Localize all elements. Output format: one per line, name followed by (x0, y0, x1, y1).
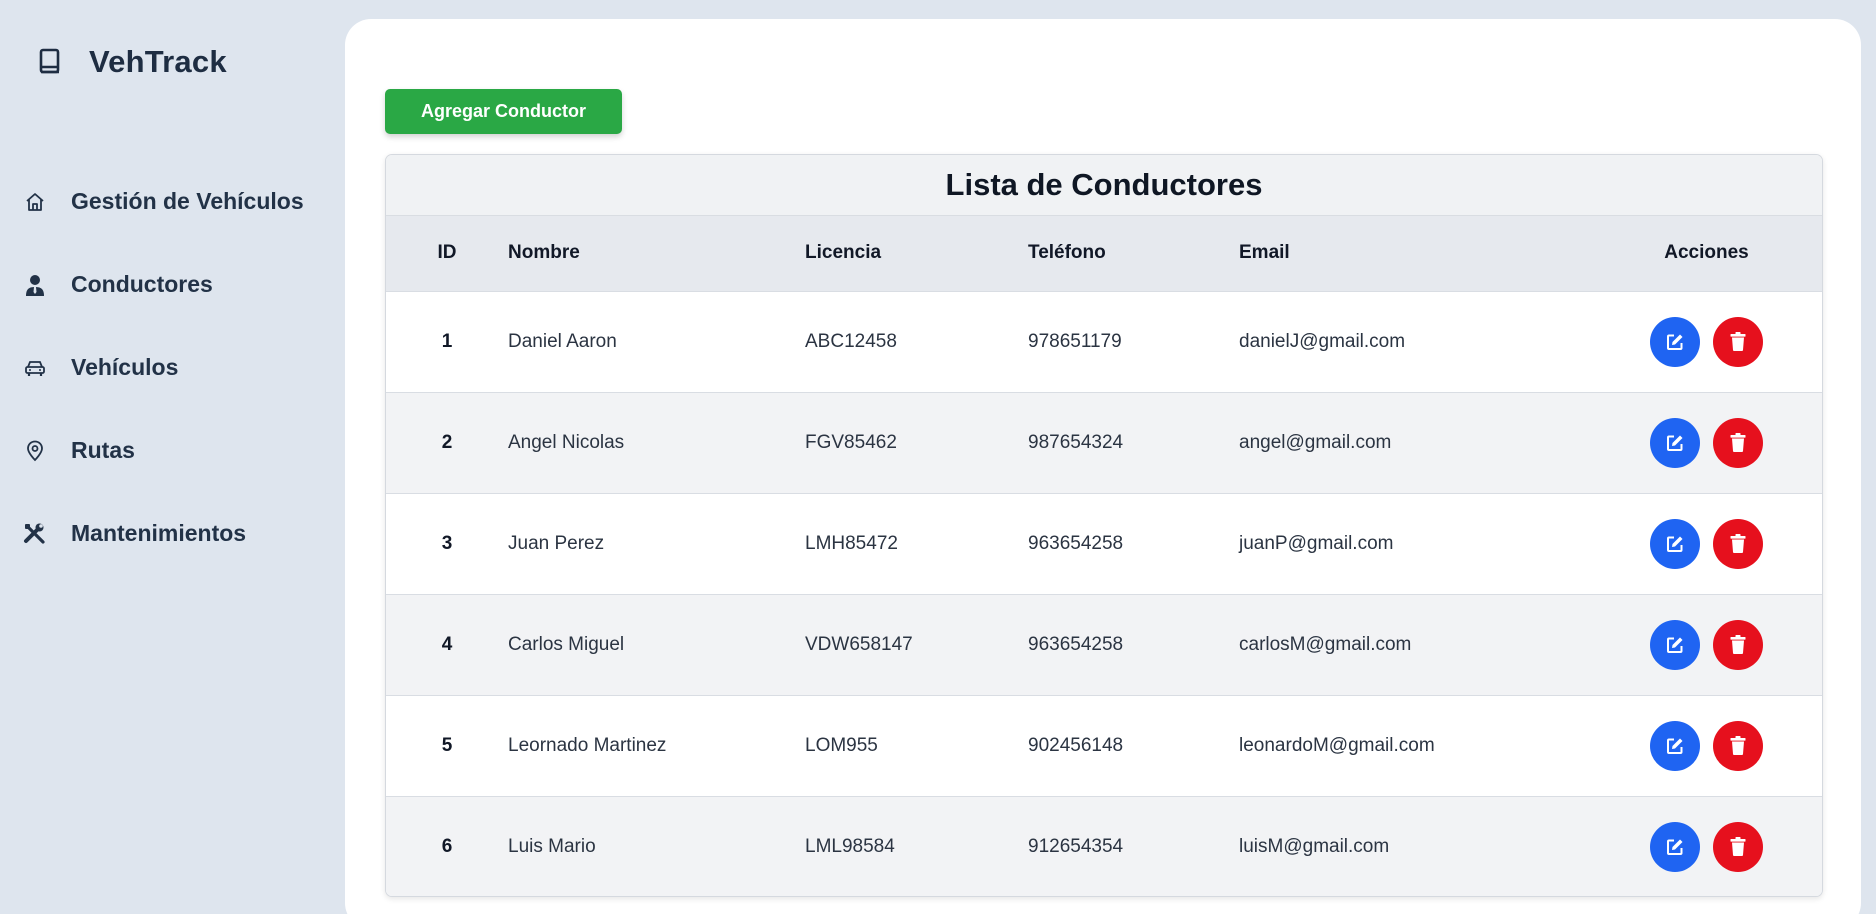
cell-actions (1589, 291, 1822, 392)
cell-phone: 963654258 (1028, 532, 1124, 554)
table-row: 2 Angel Nicolas FGV85462 987654324 angel@gma… (386, 392, 1822, 493)
user-tie-icon (22, 272, 48, 298)
cell-email: luisM@gmail.com (1239, 835, 1390, 857)
sidebar-item-label: Vehículos (71, 354, 179, 380)
trash-icon (1730, 837, 1746, 857)
edit-button[interactable] (1650, 518, 1700, 569)
trash-icon (1730, 433, 1746, 452)
table-title: Lista de Conductores (386, 155, 1822, 216)
add-driver-button[interactable]: Agregar Conductor (385, 89, 622, 134)
cell-name: Luis Mario (508, 835, 596, 857)
map-pin-icon (22, 438, 48, 464)
sidebar-item-vehiculos[interactable]: Vehículos (22, 326, 304, 409)
cell-email: danielJ@gmail.com (1239, 330, 1406, 352)
delete-button[interactable] (1713, 417, 1763, 468)
sidebar-item-rutas[interactable]: Rutas (22, 409, 304, 492)
sidebar-item-label: Conductores (71, 271, 213, 297)
trash-icon (1730, 332, 1746, 351)
cell-license: ABC12458 (805, 330, 897, 352)
cell-email: juanP@gmail.com (1239, 532, 1394, 554)
book-icon (36, 44, 64, 80)
home-icon (22, 189, 48, 215)
column-header-phone: Teléfono (1028, 242, 1106, 264)
cell-name: Angel Nicolas (508, 431, 625, 453)
drivers-table: ID Nombre Licencia Teléfono Email Accion… (386, 216, 1822, 896)
drivers-table-card: Lista de Conductores ID Nombre Licencia … (385, 154, 1823, 897)
column-header-license: Licencia (805, 242, 882, 264)
tools-icon (22, 521, 48, 547)
trash-icon (1730, 736, 1746, 755)
column-header-name: Nombre (508, 242, 580, 264)
edit-icon (1665, 837, 1685, 857)
table-row: 4 Carlos Miguel VDW658147 963654258 carlosM@… (386, 594, 1822, 695)
edit-button[interactable] (1650, 821, 1700, 872)
cell-phone: 963654258 (1028, 633, 1124, 655)
cell-phone: 912654354 (1028, 835, 1124, 857)
brand-name: VehTrack (89, 44, 227, 79)
cell-id: 5 (441, 734, 453, 756)
cell-license: LOM955 (805, 734, 878, 756)
edit-icon (1665, 534, 1685, 554)
cell-name: Carlos Miguel (508, 633, 625, 655)
cell-license: VDW658147 (805, 633, 913, 655)
cell-email: angel@gmail.com (1239, 431, 1392, 453)
cell-actions (1589, 392, 1822, 493)
cell-actions (1589, 493, 1822, 594)
table-row: 1 Daniel Aaron ABC12458 978651179 danielJ@gm… (386, 291, 1822, 392)
edit-button[interactable] (1650, 619, 1700, 670)
sidebar-item-mantenimientos[interactable]: Mantenimientos (22, 492, 304, 575)
sidebar: VehTrack Gestión de Vehículos Conductore… (0, 0, 345, 914)
cell-phone: 987654324 (1028, 431, 1124, 453)
cell-actions (1589, 796, 1822, 896)
cell-actions (1589, 594, 1822, 695)
delete-button[interactable] (1713, 821, 1763, 872)
delete-button[interactable] (1713, 720, 1763, 771)
sidebar-item-conductores[interactable]: Conductores (22, 243, 304, 326)
sidebar-item-label: Rutas (71, 437, 135, 463)
cell-phone: 902456148 (1028, 734, 1124, 756)
cell-license: LML98584 (805, 835, 895, 857)
edit-icon (1665, 635, 1685, 655)
edit-button[interactable] (1650, 417, 1700, 468)
delete-button[interactable] (1713, 619, 1763, 670)
edit-icon (1665, 736, 1685, 756)
trash-icon (1730, 635, 1746, 654)
cell-id: 2 (441, 431, 453, 453)
delete-button[interactable] (1713, 316, 1763, 367)
column-header-email: Email (1239, 242, 1290, 264)
cell-phone: 978651179 (1028, 330, 1122, 352)
cell-id: 4 (441, 633, 453, 655)
table-row: 3 Juan Perez LMH85472 963654258 juanP@gmail.… (386, 493, 1822, 594)
cell-email: carlosM@gmail.com (1239, 633, 1412, 655)
main-panel: Agregar Conductor Lista de Conductores I… (345, 19, 1861, 914)
cell-email: leonardoM@gmail.com (1239, 734, 1435, 756)
sidebar-item-label: Mantenimientos (71, 520, 247, 546)
brand[interactable]: VehTrack (36, 44, 227, 80)
trash-icon (1730, 534, 1746, 553)
sidebar-nav: Gestión de Vehículos Conductores Vehícul… (22, 160, 304, 575)
cell-name: Leornado Martinez (508, 734, 667, 756)
edit-button[interactable] (1650, 720, 1700, 771)
table-header-row: ID Nombre Licencia Teléfono Email Accion… (386, 216, 1822, 291)
sidebar-item-label: Gestión de Vehículos (71, 188, 304, 214)
table-row: 6 Luis Mario LML98584 912654354 luisM@gmail.… (386, 796, 1822, 896)
column-header-actions: Acciones (1664, 242, 1749, 264)
delete-button[interactable] (1713, 518, 1763, 569)
column-header-id: ID (437, 242, 457, 264)
edit-button[interactable] (1650, 316, 1700, 367)
edit-icon (1665, 433, 1685, 453)
car-icon (22, 355, 48, 381)
cell-id: 1 (441, 330, 453, 352)
edit-icon (1665, 332, 1685, 352)
cell-id: 6 (441, 835, 453, 857)
table-row: 5 Leornado Martinez LOM955 902456148 leonard… (386, 695, 1822, 796)
cell-actions (1589, 695, 1822, 796)
cell-license: FGV85462 (805, 431, 897, 453)
cell-name: Juan Perez (508, 532, 605, 554)
sidebar-item-gestion-vehiculos[interactable]: Gestión de Vehículos (22, 160, 304, 243)
cell-name: Daniel Aaron (508, 330, 617, 352)
cell-license: LMH85472 (805, 532, 898, 554)
cell-id: 3 (441, 532, 453, 554)
